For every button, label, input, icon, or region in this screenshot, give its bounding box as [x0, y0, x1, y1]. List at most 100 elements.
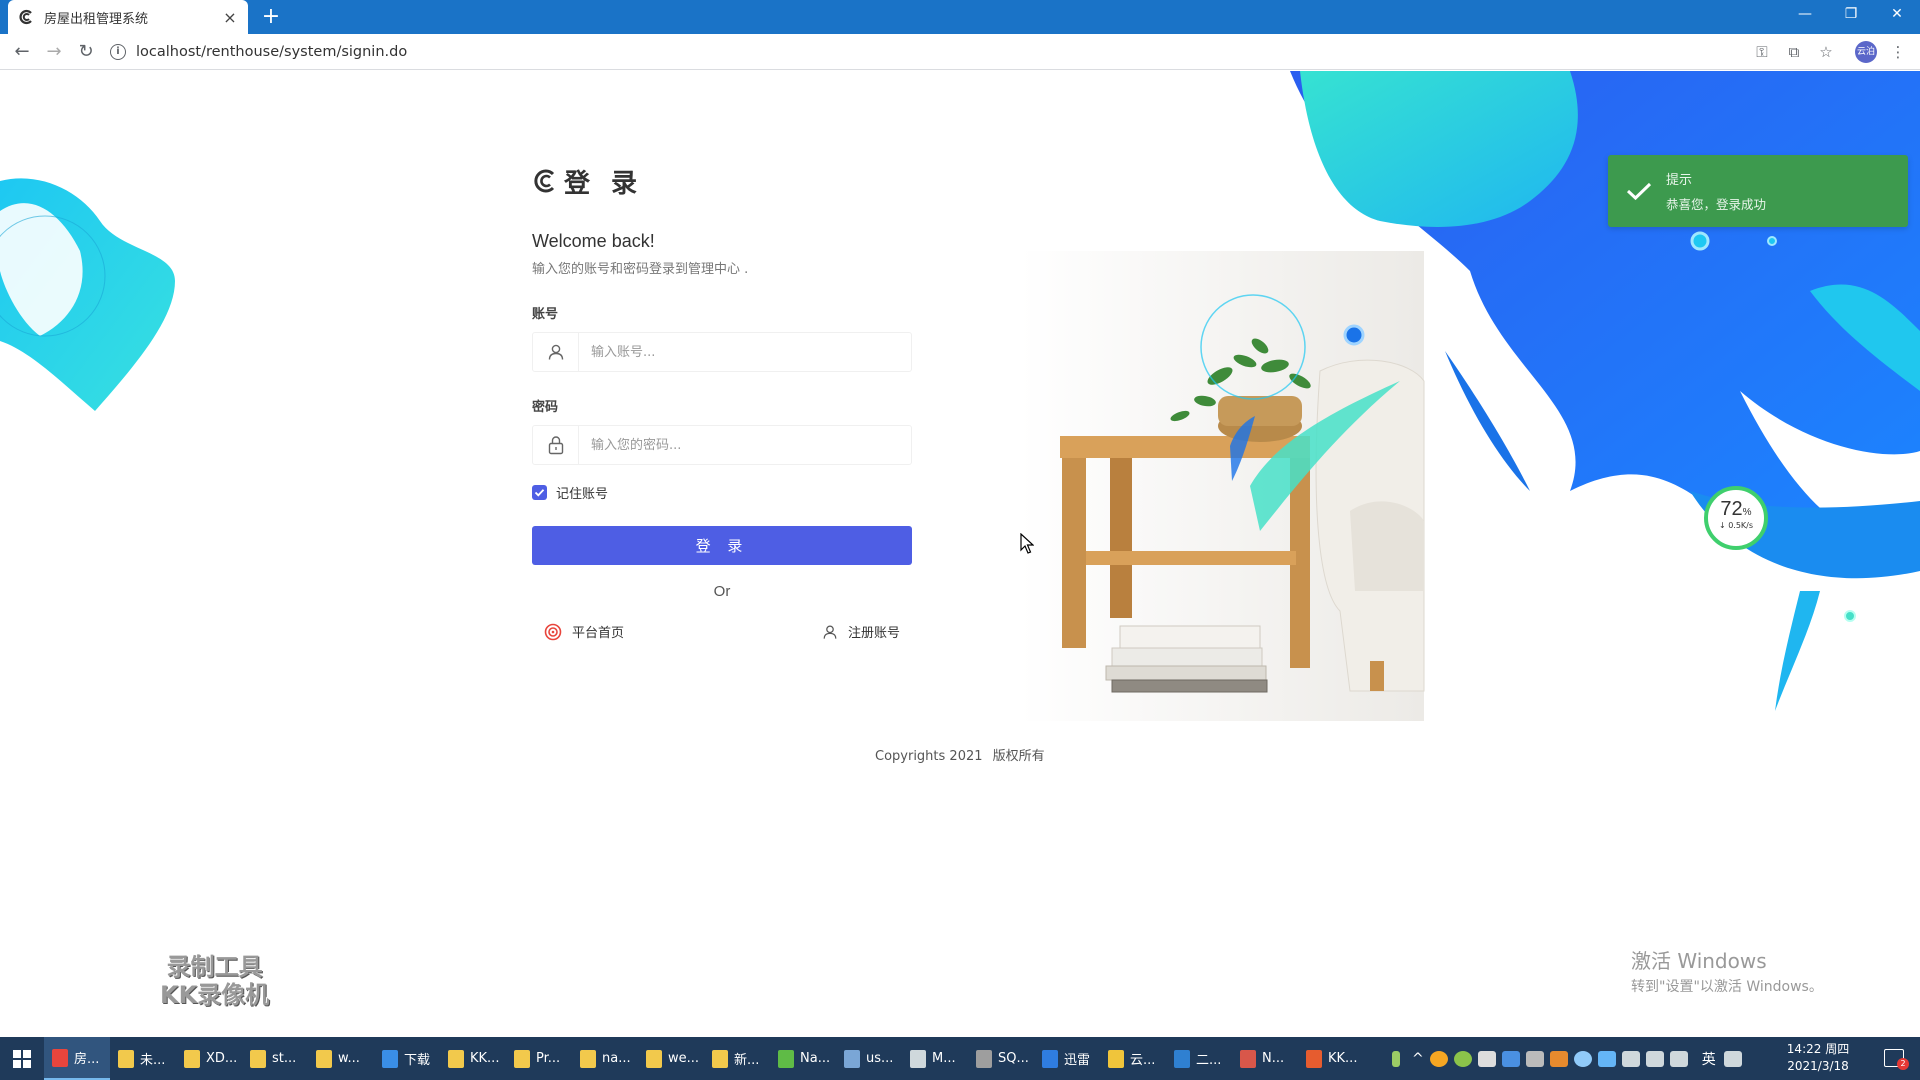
account-input[interactable]: [579, 333, 911, 371]
register-link[interactable]: 注册账号: [822, 622, 900, 641]
tray-app-icon[interactable]: [1525, 1050, 1544, 1067]
taskbar-item[interactable]: Na...: [770, 1037, 836, 1080]
new-tab-button[interactable]: +: [258, 4, 284, 30]
taskbar-item[interactable]: KK...: [440, 1037, 506, 1080]
folder-icon: [580, 1049, 596, 1068]
taskbar-item[interactable]: 未...: [110, 1037, 176, 1080]
vscode-icon: [1174, 1049, 1190, 1068]
tray-app-icon[interactable]: [1453, 1050, 1472, 1067]
taskbar-item[interactable]: 房...: [44, 1037, 110, 1080]
activate-hint: 转到"设置"以激活 Windows。: [1631, 979, 1823, 995]
speed-percent: 72%: [1720, 498, 1752, 520]
tray-cube-icon[interactable]: [1501, 1050, 1520, 1067]
taskbar-item[interactable]: SQ...: [968, 1037, 1034, 1080]
tray-expand-icon[interactable]: ^: [1412, 1051, 1424, 1067]
taskbar-item-label: SQ...: [998, 1051, 1029, 1066]
translate-icon[interactable]: ⧉: [1784, 42, 1804, 62]
taskbar-item-label: 房...: [74, 1052, 100, 1067]
taskbar-item[interactable]: Pr...: [506, 1037, 572, 1080]
network-speed-widget[interactable]: 72% ↓ 0.5K/s: [1704, 486, 1768, 550]
browser-tab[interactable]: 房屋出租管理系统 ×: [8, 0, 248, 34]
taskbar-item[interactable]: N...: [1232, 1037, 1298, 1080]
url-text: localhost/renthouse/system/signin.do: [136, 44, 408, 60]
keyboard-icon[interactable]: [1723, 1050, 1742, 1067]
home-link[interactable]: 平台首页: [544, 622, 624, 641]
taskbar-item-label: XD...: [206, 1051, 238, 1066]
taskbar-item-label: we...: [668, 1051, 700, 1066]
download-icon: [382, 1049, 398, 1068]
tray-app-icon[interactable]: [1429, 1050, 1448, 1067]
thunder-icon: [1042, 1049, 1058, 1068]
remember-checkbox[interactable]: [532, 485, 547, 500]
minimize-button[interactable]: —: [1782, 0, 1828, 28]
lock-icon: [533, 426, 579, 464]
tray-app-icon[interactable]: [1549, 1050, 1568, 1067]
activate-title: 激活 Windows: [1631, 949, 1767, 973]
recorder-watermark: 录制工具 KK录像机: [160, 953, 269, 1009]
recorder-icon: [1306, 1049, 1322, 1068]
remember-label: 记住账号: [556, 487, 609, 502]
register-link-label: 注册账号: [847, 626, 900, 641]
key-icon[interactable]: ⚿: [1752, 42, 1772, 62]
login-subtitle: 输入您的账号和密码登录到管理中心 .: [532, 262, 749, 277]
volume-icon[interactable]: [1669, 1050, 1688, 1067]
clock[interactable]: 14:22 周四 2021/3/18: [1782, 1041, 1854, 1075]
tools-icon: [976, 1049, 992, 1068]
close-window-button[interactable]: ✕: [1874, 0, 1920, 28]
taskbar-item-label: w...: [338, 1051, 360, 1066]
taskbar-item[interactable]: KK...: [1298, 1037, 1364, 1080]
taskbar-item[interactable]: w...: [308, 1037, 374, 1080]
login-button[interactable]: 登 录: [532, 526, 912, 565]
taskbar-item-label: na...: [602, 1051, 631, 1066]
remember-account[interactable]: 记住账号: [532, 483, 912, 502]
tray-app-icon[interactable]: [1597, 1050, 1616, 1067]
tab-close-icon[interactable]: ×: [222, 8, 238, 27]
login-title: 登 录: [564, 168, 644, 199]
taskbar-item-label: 云...: [1130, 1053, 1156, 1068]
taskbar-item[interactable]: XD...: [176, 1037, 242, 1080]
reload-icon[interactable]: ↻: [74, 40, 98, 64]
restore-button[interactable]: ❐: [1828, 0, 1874, 28]
start-button[interactable]: [0, 1037, 44, 1080]
profile-avatar[interactable]: 云泊: [1855, 41, 1877, 63]
activate-windows-notice: 激活 Windows 转到"设置"以激活 Windows。: [1631, 945, 1823, 996]
taskbar-item[interactable]: us...: [836, 1037, 902, 1080]
copyright-text: Copyrights 2021: [875, 749, 983, 764]
password-input[interactable]: [579, 426, 911, 464]
taskbar-item[interactable]: 迅雷: [1034, 1037, 1100, 1080]
battery-icon[interactable]: [1392, 1050, 1400, 1067]
taskbar-item[interactable]: 新...: [704, 1037, 770, 1080]
network-icon[interactable]: [1621, 1050, 1640, 1067]
taskbar-item-label: 迅雷: [1064, 1053, 1091, 1068]
welcome-text: Welcome back!: [532, 231, 655, 251]
taskbar-item[interactable]: st...: [242, 1037, 308, 1080]
folder-icon: [448, 1049, 464, 1068]
success-check-icon: [1626, 182, 1652, 201]
wifi-icon[interactable]: [1645, 1050, 1664, 1067]
login-form: 登 录 Welcome back! 输入您的账号和密码登录到管理中心 . 账号 …: [532, 161, 912, 641]
ime-indicator[interactable]: 英: [1702, 1049, 1716, 1069]
taskbar-item[interactable]: 下载: [374, 1037, 440, 1080]
tray-bell-icon[interactable]: [1477, 1050, 1496, 1067]
taskbar-item[interactable]: na...: [572, 1037, 638, 1080]
tray-app-icon[interactable]: [1573, 1050, 1592, 1067]
bookmark-star-icon[interactable]: ☆: [1816, 42, 1836, 62]
navicat-icon: [778, 1049, 794, 1068]
taskbar-item[interactable]: M...: [902, 1037, 968, 1080]
forward-icon[interactable]: →: [42, 40, 66, 64]
taskbar-item-label: Na...: [800, 1051, 831, 1066]
taskbar-item[interactable]: 云...: [1100, 1037, 1166, 1080]
notification-icon[interactable]: 2: [1884, 1049, 1909, 1070]
site-info-icon[interactable]: i: [110, 44, 126, 60]
back-icon[interactable]: ←: [10, 40, 34, 64]
url-field[interactable]: i localhost/renthouse/system/signin.do: [110, 38, 1750, 66]
taskbar-item[interactable]: we...: [638, 1037, 704, 1080]
signin-page: 登 录 Welcome back! 输入您的账号和密码登录到管理中心 . 账号 …: [0, 71, 1920, 1037]
windows-logo-icon: [13, 1049, 31, 1068]
login-heading: 登 录: [532, 161, 912, 201]
home-link-label: 平台首页: [572, 626, 625, 641]
taskbar-item[interactable]: 二...: [1166, 1037, 1232, 1080]
menu-icon[interactable]: ⋮: [1888, 42, 1908, 62]
taskbar-item-label: N...: [1262, 1051, 1285, 1066]
taskbar-item-label: KK...: [470, 1051, 500, 1066]
